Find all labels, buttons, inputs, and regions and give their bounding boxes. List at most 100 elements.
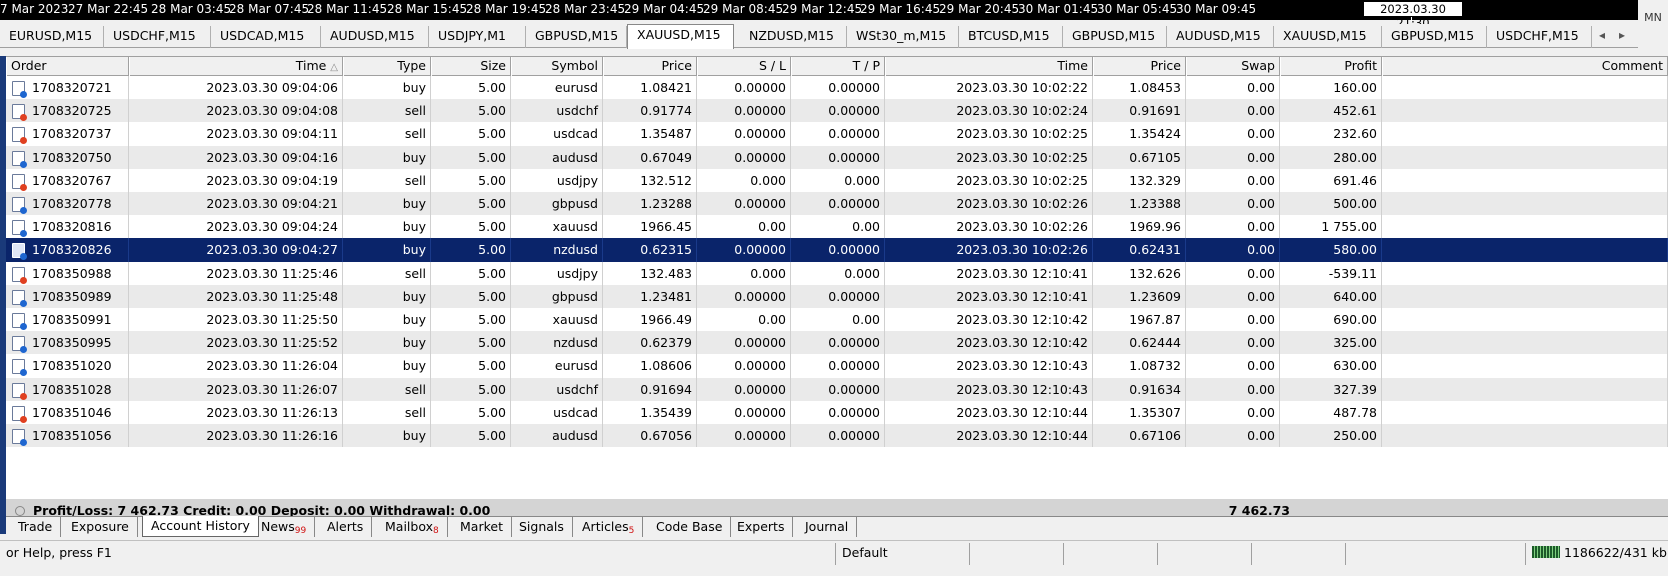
tab-news[interactable]: News99 xyxy=(253,517,316,537)
table-row[interactable]: 1708320750 2023.03.30 09:04:16 buy 5.00 audu… xyxy=(6,145,1668,169)
table-row[interactable]: 1708350989 2023.03.30 11:25:48 buy 5.00 gbpu… xyxy=(6,284,1668,308)
table-row[interactable]: 1708350995 2023.03.30 11:25:52 buy 5.00 nzdu… xyxy=(6,331,1668,355)
tab-trade[interactable]: Trade xyxy=(10,517,62,537)
cell-close-price: 0.62444 xyxy=(1093,331,1186,355)
cell-swap: 0.00 xyxy=(1186,99,1280,123)
chart-tab[interactable]: USDCAD,M15 xyxy=(211,26,321,48)
chart-tab[interactable]: AUDUSD,M15 xyxy=(1167,26,1274,48)
column-header-tp[interactable]: T / P xyxy=(791,57,885,76)
order-number: 1708320725 xyxy=(32,103,112,119)
order-number: 1708350995 xyxy=(32,335,112,351)
column-header-comment[interactable]: Comment xyxy=(1382,57,1668,76)
cell-profit: 250.00 xyxy=(1280,424,1382,448)
column-header-size[interactable]: Size xyxy=(431,57,511,76)
cell-comment xyxy=(1382,400,1668,424)
tab-articles[interactable]: Articles5 xyxy=(574,517,644,537)
tab-alerts[interactable]: Alerts xyxy=(319,517,373,537)
table-row[interactable]: 1708320778 2023.03.30 09:04:21 buy 5.00 gbpu… xyxy=(6,192,1668,216)
chart-tab[interactable]: AUDUSD,M15 xyxy=(321,26,429,48)
table-row[interactable]: 1708320725 2023.03.30 09:04:08 sell 5.00 usd… xyxy=(6,99,1668,123)
cell-size: 5.00 xyxy=(431,424,511,448)
period-button-mn[interactable]: MN xyxy=(1638,0,1668,36)
order-number: 1708320737 xyxy=(32,126,112,142)
cell-close-time: 2023.03.30 12:10:42 xyxy=(885,308,1093,332)
tab-experts[interactable]: Experts xyxy=(729,517,794,537)
cell-swap: 0.00 xyxy=(1186,122,1280,146)
cell-tp: 0.00000 xyxy=(791,400,885,424)
cell-tp: 0.00000 xyxy=(791,122,885,146)
order-buy-icon xyxy=(12,359,27,377)
table-row[interactable]: 1708351020 2023.03.30 11:26:04 buy 5.00 euru… xyxy=(6,354,1668,378)
table-row[interactable]: 1708320816 2023.03.30 09:04:24 buy 5.00 xauu… xyxy=(6,215,1668,239)
column-header-price[interactable]: Price xyxy=(603,57,697,76)
tab-code-base[interactable]: Code Base xyxy=(648,517,732,537)
status-profile[interactable]: Default xyxy=(835,543,969,565)
table-row[interactable]: 1708350988 2023.03.30 11:25:46 sell 5.00 usd… xyxy=(6,261,1668,285)
cell-type: buy xyxy=(343,145,431,169)
cell-sl: 0.00000 xyxy=(697,76,791,100)
cell-order: 1708320750 xyxy=(6,145,129,169)
table-row[interactable]: 1708351028 2023.03.30 11:26:07 sell 5.00 usd… xyxy=(6,377,1668,401)
order-sell-icon xyxy=(12,173,27,191)
status-connection[interactable]: 1186622/431 kb xyxy=(1525,543,1668,565)
chart-tab[interactable]: GBPUSD,M15 xyxy=(1063,26,1167,48)
cell-order: 1708320816 xyxy=(6,215,129,239)
cell-tp: 0.00000 xyxy=(791,284,885,308)
cell-comment xyxy=(1382,122,1668,146)
cell-tp: 0.00000 xyxy=(791,99,885,123)
status-segment xyxy=(1251,543,1345,565)
tab-mailbox[interactable]: Mailbox8 xyxy=(377,517,448,537)
cell-close-price: 0.91634 xyxy=(1093,377,1186,401)
chart-tab[interactable]: XAUUSD,M15 xyxy=(1274,26,1382,48)
table-row[interactable]: 1708351056 2023.03.30 11:26:16 buy 5.00 audu… xyxy=(6,424,1668,448)
chart-tab[interactable]: USDJPY,M1 xyxy=(429,26,526,48)
column-header-type[interactable]: Type xyxy=(343,57,431,76)
chart-tab[interactable]: WSt30_m,M15 xyxy=(847,26,959,48)
scroll-left-icon[interactable]: ◂ xyxy=(1592,28,1612,42)
chart-tab[interactable]: USDCHF,M15 xyxy=(104,26,211,48)
scroll-right-icon[interactable]: ▸ xyxy=(1612,28,1632,42)
table-row[interactable]: 1708320721 2023.03.30 09:04:06 buy 5.00 euru… xyxy=(6,76,1668,100)
cell-symbol: audusd xyxy=(511,145,603,169)
cell-size: 5.00 xyxy=(431,99,511,123)
table-row[interactable]: 1708350991 2023.03.30 11:25:50 buy 5.00 xauu… xyxy=(6,308,1668,332)
table-row[interactable]: 1708320826 2023.03.30 09:04:27 buy 5.00 nzdu… xyxy=(6,238,1668,262)
table-row[interactable]: 1708351046 2023.03.30 11:26:13 sell 5.00 usd… xyxy=(6,400,1668,424)
column-header-time[interactable]: Time △ xyxy=(129,57,343,76)
cell-symbol: usdcad xyxy=(511,400,603,424)
cell-open-time: 2023.03.30 11:25:48 xyxy=(129,284,343,308)
chart-tab[interactable]: BTCUSD,M15 xyxy=(959,26,1063,48)
tab-exposure[interactable]: Exposure xyxy=(63,517,138,537)
cell-swap: 0.00 xyxy=(1186,145,1280,169)
column-header-order[interactable]: Order xyxy=(6,57,129,76)
table-row[interactable]: 1708320767 2023.03.30 09:04:19 sell 5.00 usd… xyxy=(6,168,1668,192)
order-sell-icon xyxy=(12,104,27,122)
cell-sl: 0.000 xyxy=(697,261,791,285)
account-history-table: Order Time △ Type Size Symbol Price S / … xyxy=(6,56,1668,516)
column-header-close-time[interactable]: Time xyxy=(885,57,1093,76)
cell-symbol: nzdusd xyxy=(511,238,603,262)
chart-tab[interactable]: EURUSD,M15 xyxy=(0,26,104,48)
column-header-symbol[interactable]: Symbol xyxy=(511,57,603,76)
chart-tab[interactable]: GBPUSD,M15 xyxy=(526,26,627,48)
tab-journal[interactable]: Journal xyxy=(797,517,858,537)
cell-comment xyxy=(1382,192,1668,216)
cell-close-price: 1.35424 xyxy=(1093,122,1186,146)
chart-tab[interactable]: USDCHF,M15 xyxy=(1487,26,1592,48)
cell-symbol: usdjpy xyxy=(511,168,603,192)
column-header-profit[interactable]: Profit xyxy=(1280,57,1382,76)
column-header-sl[interactable]: S / L xyxy=(697,57,791,76)
table-row[interactable]: 1708320737 2023.03.30 09:04:11 sell 5.00 usd… xyxy=(6,122,1668,146)
chart-tab[interactable]: GBPUSD,M15 xyxy=(1382,26,1487,48)
column-header-close-price[interactable]: Price xyxy=(1093,57,1186,76)
cell-close-time: 2023.03.30 10:02:25 xyxy=(885,168,1093,192)
tab-market[interactable]: Market xyxy=(452,517,512,537)
chart-tab-active[interactable]: XAUUSD,M15 xyxy=(627,24,734,49)
cell-order: 1708320826 xyxy=(6,238,129,262)
chart-tab[interactable]: NZDUSD,M15 xyxy=(740,26,847,48)
column-header-swap[interactable]: Swap xyxy=(1186,57,1280,76)
tab-signals[interactable]: Signals xyxy=(511,517,573,537)
cell-type: buy xyxy=(343,424,431,448)
order-buy-icon xyxy=(12,81,27,98)
tab-account-history[interactable]: Account History xyxy=(142,516,259,537)
